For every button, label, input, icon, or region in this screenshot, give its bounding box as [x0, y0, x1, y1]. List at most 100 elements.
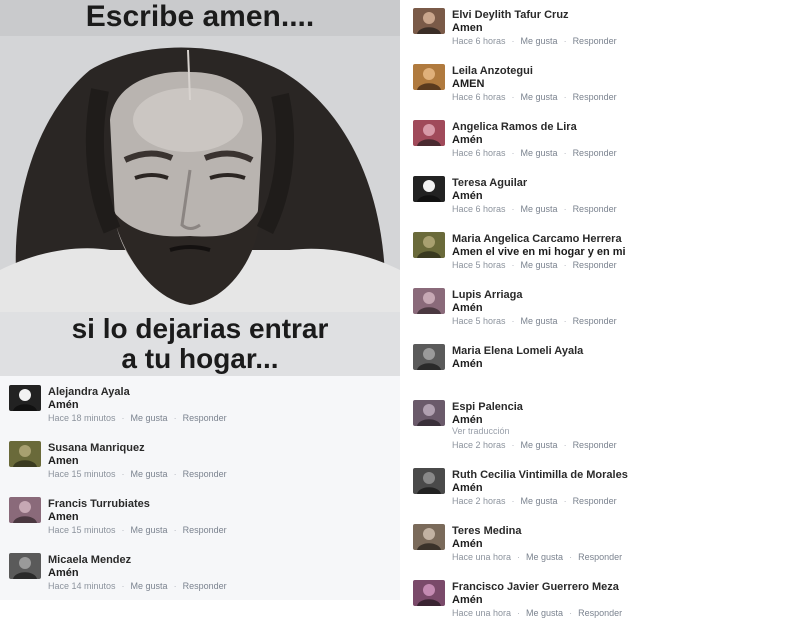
comment-timestamp[interactable]: Hace 6 horas [452, 148, 506, 158]
comment-timestamp[interactable]: Hace 15 minutos [48, 469, 116, 479]
comment-text: Amén [48, 399, 79, 411]
avatar[interactable] [413, 344, 445, 370]
avatar[interactable] [413, 232, 445, 258]
comment-text: Amén [452, 134, 483, 146]
comment-author-link[interactable]: Francisco Javier Guerrero Meza [452, 581, 619, 593]
like-link[interactable]: Me gusta [521, 148, 558, 158]
reply-link[interactable]: Responder [578, 552, 622, 562]
see-translation-link[interactable]: Ver traducción [452, 426, 510, 436]
like-link[interactable]: Me gusta [131, 469, 168, 479]
avatar[interactable] [413, 288, 445, 314]
comment-author-link[interactable]: Angelica Ramos de Lira [452, 121, 577, 133]
like-link[interactable]: Me gusta [521, 496, 558, 506]
comment-author-link[interactable]: Maria Angelica Carcamo Herrera [452, 233, 622, 245]
comment-text: Amén [452, 302, 483, 314]
reply-link[interactable]: Responder [183, 525, 227, 535]
comment-text: Amén [452, 358, 483, 370]
comment-author-link[interactable]: Francis Turrubiates [48, 498, 150, 510]
reply-link[interactable]: Responder [573, 204, 617, 214]
comment-timestamp[interactable]: Hace 2 horas [452, 440, 506, 450]
reply-link[interactable]: Responder [573, 440, 617, 450]
comment-meta: Hace 5 horas · Me gusta · Responder [452, 316, 617, 326]
reply-link[interactable]: Responder [573, 496, 617, 506]
separator-dot: · [511, 204, 515, 214]
separator-dot: · [517, 552, 521, 562]
comment-author-link[interactable]: Micaela Mendez [48, 554, 131, 566]
avatar[interactable] [413, 580, 445, 606]
avatar[interactable] [413, 120, 445, 146]
avatar[interactable] [413, 400, 445, 426]
comment-author-link[interactable]: Lupis Arriaga [452, 289, 523, 301]
comment-timestamp[interactable]: Hace una hora [452, 608, 511, 618]
comment-author-link[interactable]: Espi Palencia [452, 401, 523, 413]
avatar[interactable] [413, 468, 445, 494]
comment-text: Amen el vive en mi hogar y en mi [452, 246, 626, 258]
comment-author-link[interactable]: Alejandra Ayala [48, 386, 130, 398]
comment-author-link[interactable]: Ruth Cecilia Vintimilla de Morales [452, 469, 628, 481]
separator-dot: · [121, 469, 125, 479]
reply-link[interactable]: Responder [183, 581, 227, 591]
comment-author-link[interactable]: Susana Manriquez [48, 442, 145, 454]
like-link[interactable]: Me gusta [521, 204, 558, 214]
comment-author-link[interactable]: Leila Anzotegui [452, 65, 533, 77]
like-link[interactable]: Me gusta [521, 440, 558, 450]
comment-timestamp[interactable]: Hace una hora [452, 552, 511, 562]
like-link[interactable]: Me gusta [521, 316, 558, 326]
like-link[interactable]: Me gusta [521, 92, 558, 102]
comment-item: Alejandra Ayala Amén Hace 18 minutos · Me gu… [0, 380, 400, 434]
separator-dot: · [563, 260, 567, 270]
comment-timestamp[interactable]: Hace 6 horas [452, 204, 506, 214]
like-link[interactable]: Me gusta [521, 36, 558, 46]
comment-timestamp[interactable]: Hace 14 minutos [48, 581, 116, 591]
comment-timestamp[interactable]: Hace 5 horas [452, 260, 506, 270]
avatar[interactable] [413, 176, 445, 202]
comment-timestamp[interactable]: Hace 6 horas [452, 36, 506, 46]
separator-dot: · [121, 581, 125, 591]
comment-timestamp[interactable]: Hace 18 minutos [48, 413, 116, 423]
comment-meta: Hace 2 horas · Me gusta · Responder [452, 440, 617, 450]
avatar[interactable] [9, 385, 41, 411]
comment-meta: Hace una hora · Me gusta · Responder [452, 608, 622, 618]
comment-author-link[interactable]: Maria Elena Lomeli Ayala [452, 345, 583, 357]
like-link[interactable]: Me gusta [131, 525, 168, 535]
reply-link[interactable]: Responder [573, 148, 617, 158]
reply-link[interactable]: Responder [573, 260, 617, 270]
avatar[interactable] [9, 497, 41, 523]
comment-timestamp[interactable]: Hace 6 horas [452, 92, 506, 102]
comment-text: AMEN [452, 78, 485, 90]
like-link[interactable]: Me gusta [131, 413, 168, 423]
reply-link[interactable]: Responder [578, 608, 622, 618]
reply-link[interactable]: Responder [573, 36, 617, 46]
reply-link[interactable]: Responder [573, 316, 617, 326]
reply-link[interactable]: Responder [573, 92, 617, 102]
like-link[interactable]: Me gusta [521, 260, 558, 270]
separator-dot: · [569, 608, 573, 618]
avatar[interactable] [9, 441, 41, 467]
comment-item: Micaela Mendez Amén Hace 14 minutos · Me gus… [0, 548, 400, 602]
comment-text: Amén [48, 567, 79, 579]
comment-timestamp[interactable]: Hace 15 minutos [48, 525, 116, 535]
comment-timestamp[interactable]: Hace 2 horas [452, 496, 506, 506]
separator-dot: · [511, 92, 515, 102]
like-link[interactable]: Me gusta [526, 608, 563, 618]
separator-dot: · [511, 36, 515, 46]
avatar[interactable] [413, 524, 445, 550]
avatar[interactable] [413, 8, 445, 34]
reply-link[interactable]: Responder [183, 413, 227, 423]
comment-item: Lupis Arriaga Amén Hace 5 horas · Me gusta · R… [404, 283, 800, 337]
like-link[interactable]: Me gusta [131, 581, 168, 591]
avatar[interactable] [413, 64, 445, 90]
comment-item: Francisco Javier Guerrero Meza Amén Hace u… [404, 575, 800, 629]
comment-author-link[interactable]: Teres Medina [452, 525, 522, 537]
comment-author-link[interactable]: Elvi Deylith Tafur Cruz [452, 9, 569, 21]
avatar[interactable] [9, 553, 41, 579]
separator-dot: · [173, 525, 177, 535]
comment-meta: Hace 6 horas · Me gusta · Responder [452, 204, 617, 214]
comment-timestamp[interactable]: Hace 5 horas [452, 316, 506, 326]
comment-author-link[interactable]: Teresa Aguilar [452, 177, 527, 189]
separator-dot: · [511, 316, 515, 326]
like-link[interactable]: Me gusta [526, 552, 563, 562]
comment-item: Elvi Deylith Tafur Cruz Amen Hace 6 horas ·… [404, 3, 800, 57]
meme-image: Escribe amen.... si lo dejarias entrar a… [0, 0, 400, 376]
reply-link[interactable]: Responder [183, 469, 227, 479]
